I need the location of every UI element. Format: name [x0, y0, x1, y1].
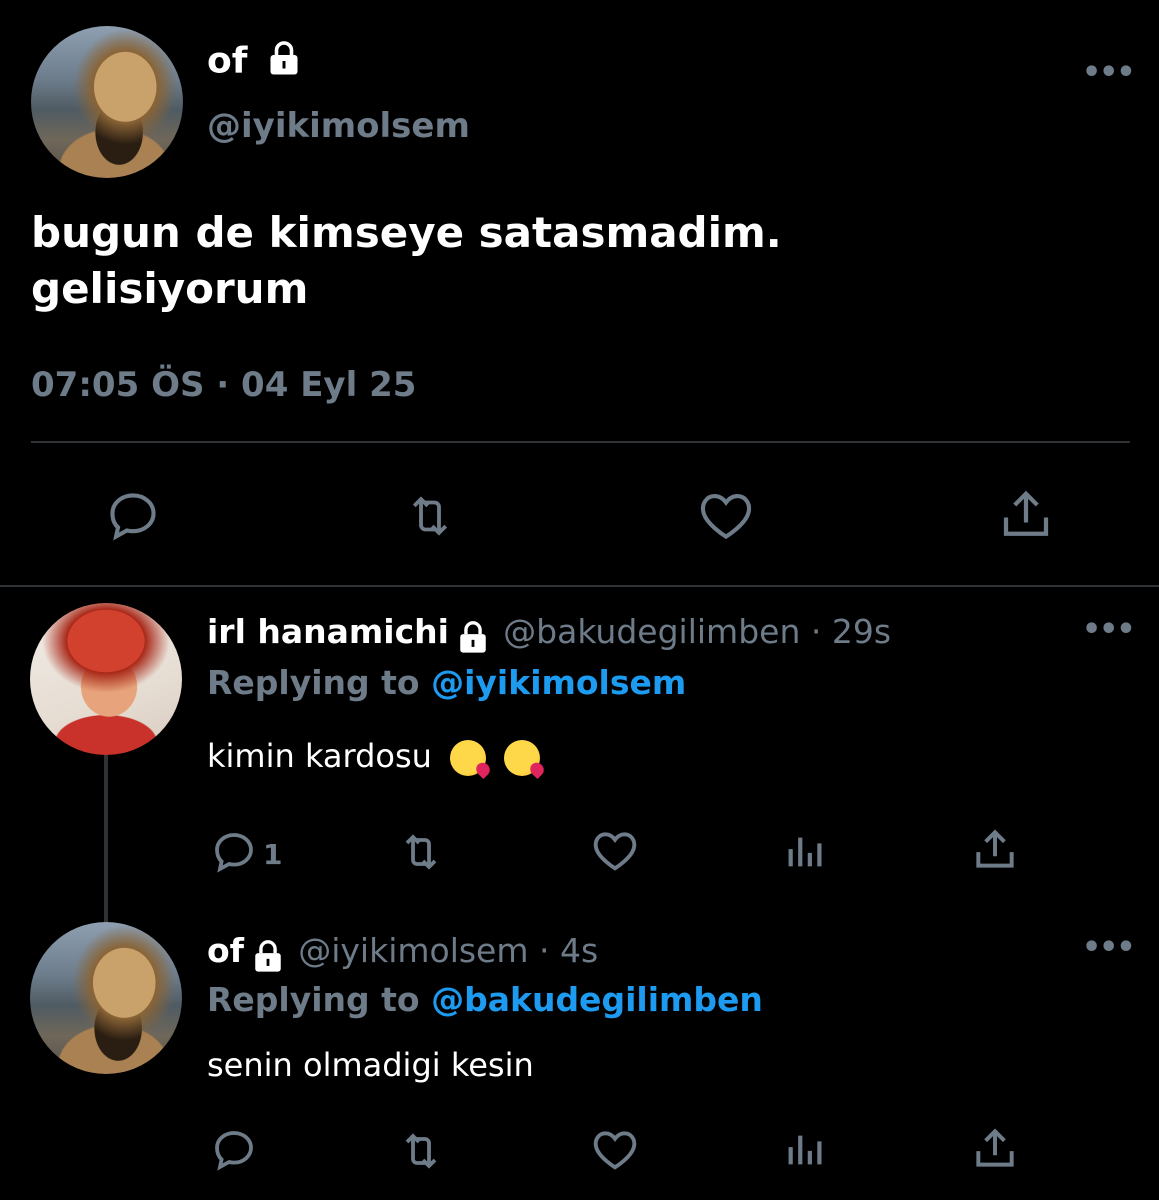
avatar[interactable] — [31, 26, 183, 178]
reply-text-content: kimin kardosu — [207, 737, 432, 775]
handle[interactable]: @bakudegilimben · 29s — [503, 612, 891, 651]
replying-label: Replying to — [207, 980, 420, 1019]
retweet-icon[interactable] — [396, 1127, 446, 1175]
tweet-text-line2: gelisiyorum — [31, 264, 309, 313]
retweet-icon[interactable] — [401, 489, 459, 543]
share-icon[interactable] — [970, 825, 1020, 875]
handle[interactable]: @iyikimolsem — [207, 106, 470, 146]
replying-label: Replying to — [207, 663, 420, 702]
timestamp[interactable]: 07:05 ÖS · 04 Eyl 25 — [31, 365, 416, 405]
tweet-text-line1: bugun de kimseye satasmadim. — [31, 208, 782, 257]
kiss-emoji — [504, 740, 541, 776]
retweet-icon[interactable] — [396, 828, 446, 876]
avatar[interactable] — [30, 603, 182, 755]
replying-to: Replying to @bakudegilimben — [207, 980, 763, 1019]
lock-icon — [456, 620, 490, 658]
handle[interactable]: @iyikimolsem · 4s — [298, 931, 598, 970]
reply-header: irl hanamichi @bakudegilimben · 29s — [207, 612, 891, 658]
thread-line — [104, 755, 108, 923]
display-name-text: of — [207, 40, 248, 82]
lock-icon — [251, 939, 285, 977]
reply-text: kimin kardosu — [207, 737, 541, 776]
display-name[interactable]: of — [207, 931, 244, 970]
share-icon[interactable] — [996, 485, 1056, 545]
reply-icon[interactable] — [210, 1126, 258, 1174]
tweet-text: bugun de kimseye satasmadim. gelisiyorum — [31, 205, 1131, 317]
kiss-emoji — [450, 740, 487, 776]
lock-icon — [266, 40, 302, 85]
like-icon[interactable] — [589, 1124, 641, 1176]
like-icon[interactable] — [589, 825, 641, 877]
divider — [31, 441, 1130, 443]
reply-header: of @iyikimolsem · 4s — [207, 931, 598, 977]
reply-icon[interactable] — [104, 487, 162, 545]
analytics-icon[interactable] — [783, 828, 829, 874]
share-icon[interactable] — [970, 1124, 1020, 1174]
mention-link[interactable]: @iyikimolsem — [431, 663, 686, 702]
display-name[interactable]: of — [207, 40, 302, 85]
divider — [0, 585, 1159, 587]
display-name[interactable]: irl hanamichi — [207, 612, 449, 651]
analytics-icon[interactable] — [783, 1126, 829, 1172]
reply-icon[interactable] — [210, 828, 258, 876]
reply-count: 1 — [263, 838, 283, 871]
like-icon[interactable] — [695, 485, 757, 547]
avatar[interactable] — [30, 922, 182, 1074]
more-options-icon[interactable]: ••• — [1082, 612, 1136, 647]
reply-text: senin olmadigi kesin — [207, 1046, 534, 1084]
replying-to: Replying to @iyikimolsem — [207, 663, 686, 702]
mention-link[interactable]: @bakudegilimben — [431, 980, 763, 1019]
more-options-icon[interactable]: ••• — [1082, 930, 1136, 965]
more-options-icon[interactable]: ••• — [1082, 55, 1136, 90]
